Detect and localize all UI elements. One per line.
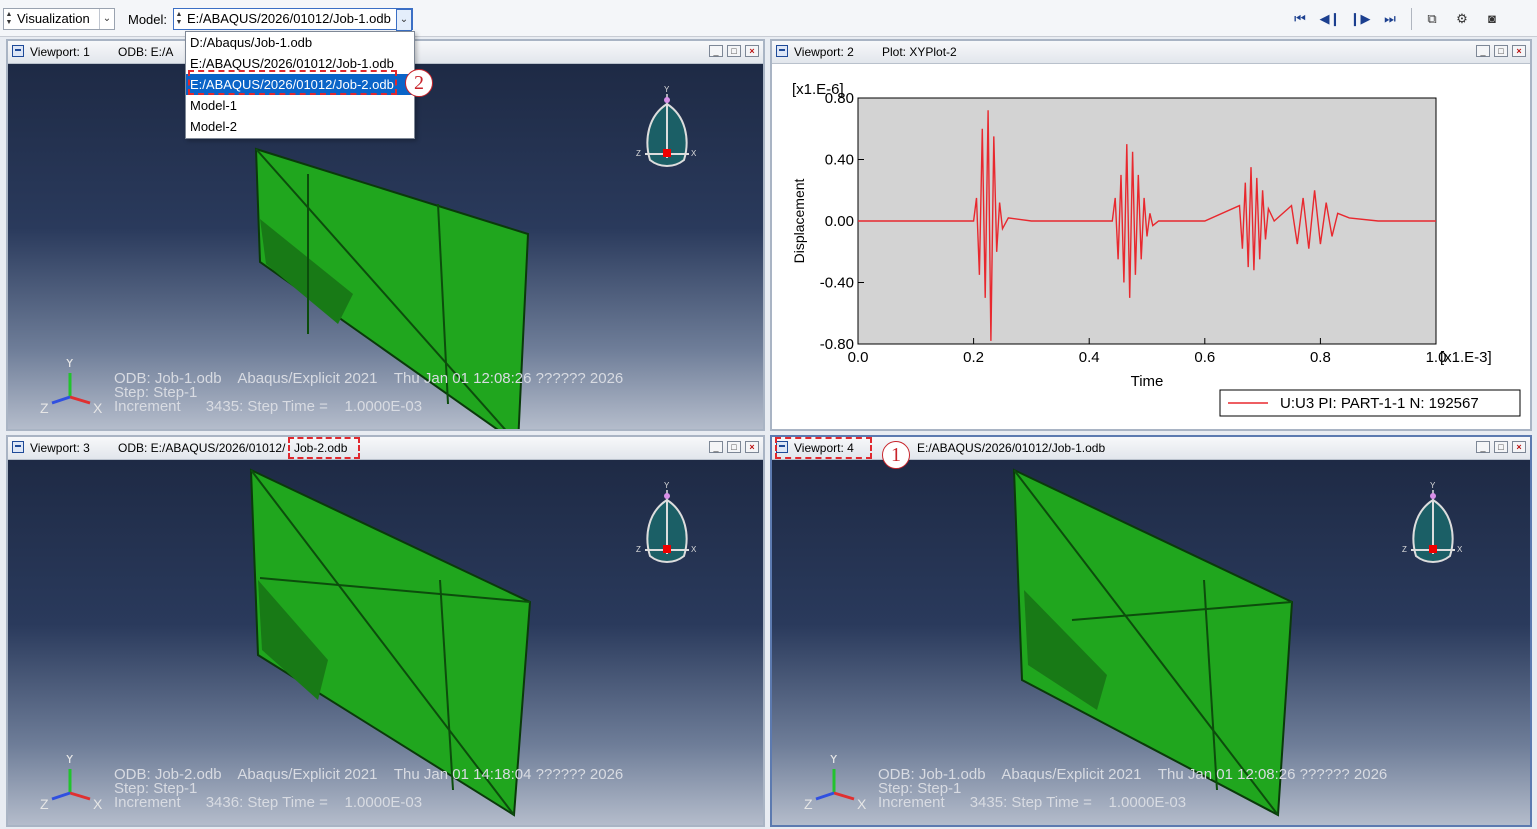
chevron-down-icon[interactable]: ⌄ [396,9,412,31]
layers-icon[interactable]: ⧉ [1421,10,1443,28]
dropdown-item[interactable]: D:/Abaqus/Job-1.odb [186,32,414,53]
y-tick-label: -0.80 [820,336,854,353]
triad-x-label: X [93,796,103,812]
viewport-menu-icon[interactable] [776,45,788,57]
minimize-icon[interactable]: _ [709,45,723,57]
module-select-value: Visualization [17,11,90,26]
triad-z-label: Z [804,796,813,812]
maximize-icon[interactable]: □ [1494,441,1508,453]
triad-z-label: Z [40,796,49,812]
viewport-3[interactable]: Viewport: 3 ODB: E:/ABAQUS/2026/01012/ J… [6,435,765,827]
odb-info-line3: Increment 3435: Step Time = 1.0000E-03 [878,794,1187,811]
svg-text:Z: Z [636,545,641,554]
y-tick-label: -0.40 [820,275,854,292]
coordinate-triad-icon: Y Z X [40,359,103,416]
close-icon[interactable]: × [1512,45,1526,57]
viewport-name: Viewport: 1 [30,45,90,59]
y-scale-label: [x1.E-6] [792,81,844,98]
svg-text:Y: Y [1430,481,1436,490]
svg-text:Y: Y [664,481,670,490]
viewport-name: Viewport: 2 [794,45,854,59]
triad-x-label: X [857,796,867,812]
svg-text:X: X [1457,545,1463,554]
maximize-icon[interactable]: □ [1494,45,1508,57]
minimize-icon[interactable]: _ [1476,441,1490,453]
viewport-title-bar[interactable]: Viewport: 3 ODB: E:/ABAQUS/2026/01012/ J… [8,437,763,460]
camera-icon[interactable]: ◙ [1481,10,1503,28]
svg-text:Z: Z [1402,545,1407,554]
x-tick-label: 0.6 [1194,349,1215,366]
spin-arrows-icon[interactable]: ▲ ▼ [175,11,183,27]
viewport-title-bar[interactable]: Viewport: 2 Plot: XYPlot-2 _ □ × [772,41,1530,64]
triad-y-label: Y [65,359,75,370]
highlight-box-viewport4 [775,437,872,459]
x-tick-label: 0.2 [963,349,984,366]
svg-text:Z: Z [636,149,641,158]
coordinate-triad-icon: Y Z X [40,755,103,812]
xy-plot-area[interactable]: 0.0 0.2 0.4 0.6 0.8 1.0 0.80 0.40 0.00 -0.40 -0.80… [772,64,1530,429]
minimize-icon[interactable]: _ [709,441,723,453]
viewport-menu-icon[interactable] [12,45,24,57]
legend-label: U:U3 PI: PART-1-1 N: 192567 [1280,395,1479,412]
viewport-odb-path: E:/ABAQUS/2026/01012/Job-1.odb [917,441,1106,455]
viewport-menu-icon[interactable] [12,441,24,453]
y-axis-label: Displacement [791,178,807,263]
viewport-odb-path-prefix: ODB: E:/ABAQUS/2026/01012/ [118,441,286,455]
model-select-value: E:/ABAQUS/2026/01012/Job-1.odb [187,11,391,26]
svg-text:X: X [691,545,697,554]
previous-frame-icon[interactable]: ◀❙ [1319,10,1341,28]
viewport-plot-name: Plot: XYPlot-2 [882,45,957,59]
close-icon[interactable]: × [745,45,759,57]
module-select[interactable]: ▲ ▼ Visualization ⌄ [3,8,115,30]
maximize-icon[interactable]: □ [727,441,741,453]
x-scale-label: [x1.E-3] [1440,349,1492,366]
y-tick-label: 0.40 [825,152,854,169]
model-select[interactable]: ▲ ▼ E:/ABAQUS/2026/01012/Job-1.odb ⌄ [173,8,413,31]
chevron-down-icon[interactable]: ⌄ [99,9,114,29]
xy-plot-svg: 0.0 0.2 0.4 0.6 0.8 1.00.800.400.00-0.40-0.80… [791,81,1521,417]
svg-text:X: X [691,149,697,158]
model-label: Model: [128,12,168,27]
viewport-4[interactable]: Viewport: 4 E:/ABAQUS/2026/01012/Job-1.o… [770,435,1532,827]
dropdown-item[interactable]: Model-1 [186,95,414,116]
odb-info-line3: Increment 3435: Step Time = 1.0000E-03 [114,398,423,415]
callout-2: 2 [405,69,433,97]
viewport-canvas[interactable]: Y Z X Y Z X ODB: Job-1.odb Abaqus/Explic… [772,460,1530,825]
view-compass-icon[interactable]: Y Z X [636,84,698,176]
viewport-name: Viewport: 3 [30,441,90,455]
spin-arrows-icon[interactable]: ▲ ▼ [5,11,13,27]
maximize-icon[interactable]: □ [727,45,741,57]
viewport-2[interactable]: Viewport: 2 Plot: XYPlot-2 _ □ × 0.0 0.2 0.4… [770,39,1532,431]
viewport-odb-path: ODB: E:/A [118,45,174,59]
last-frame-icon[interactable]: ⏭ [1379,10,1401,28]
triad-y-label: Y [65,755,75,766]
highlight-box-job2 [288,437,360,459]
animation-options-icon[interactable]: ⚙ [1451,10,1473,28]
dropdown-item[interactable]: Model-2 [186,116,414,137]
callout-1: 1 [882,441,910,469]
odb-info-line3: Increment 3436: Step Time = 1.0000E-03 [114,794,423,811]
y-tick-label: 0.00 [825,213,854,230]
view-compass-icon[interactable]: Y Z X [636,480,698,572]
minimize-icon[interactable]: _ [1476,45,1490,57]
triad-y-label: Y [829,755,839,766]
x-axis-label: Time [1131,373,1164,390]
toolbar-divider [1411,8,1412,30]
x-tick-label: 0.4 [1079,349,1100,366]
triad-x-label: X [93,400,103,416]
x-tick-label: 0.8 [1310,349,1331,366]
close-icon[interactable]: × [745,441,759,453]
triad-z-label: Z [40,400,49,416]
viewport-canvas[interactable]: Y Z X Y Z X ODB: Job-2.odb Abaqus/Explic… [8,460,763,825]
view-compass-icon[interactable]: Y Z X [1402,480,1464,572]
coordinate-triad-icon: Y Z X [804,755,867,812]
close-icon[interactable]: × [1512,441,1526,453]
next-frame-icon[interactable]: ❙▶ [1349,10,1371,28]
highlight-box-dropdown [188,70,397,95]
first-frame-icon[interactable]: ⏮ [1289,10,1311,28]
svg-text:Y: Y [664,85,670,94]
